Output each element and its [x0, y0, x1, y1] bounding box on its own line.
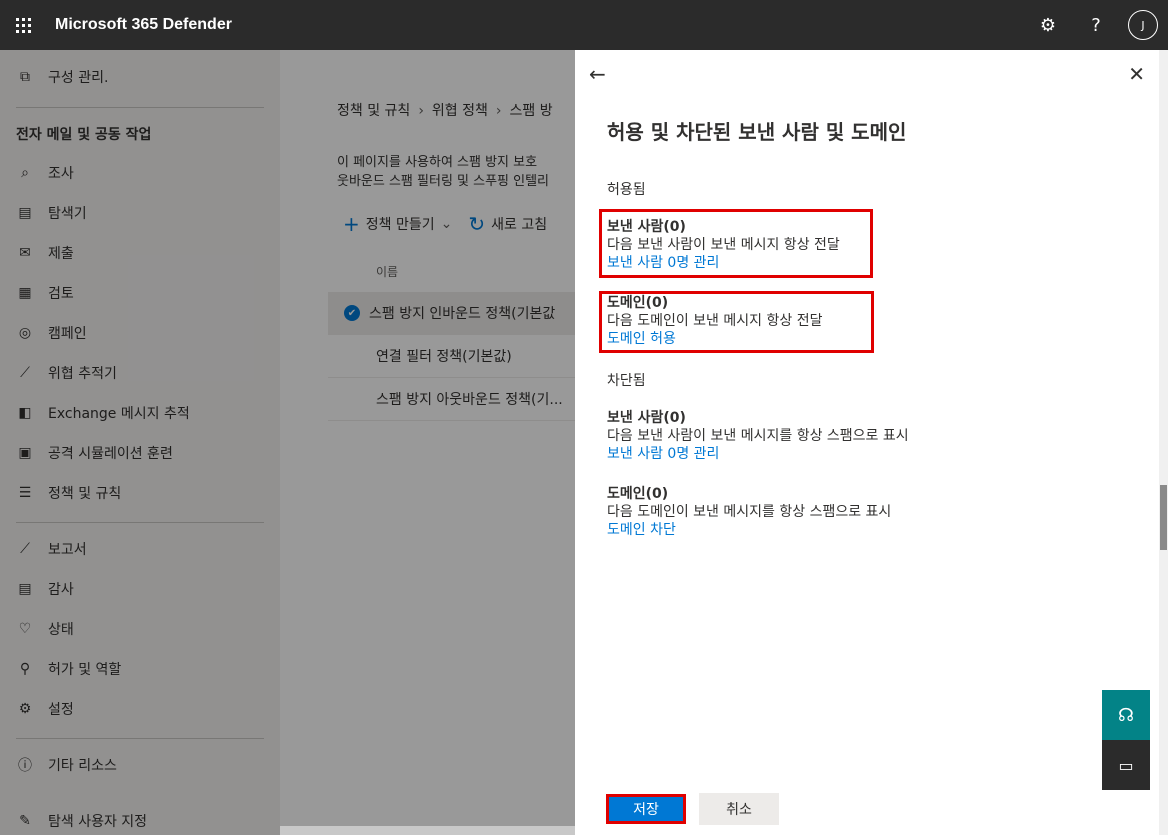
manage-allowed-senders-link[interactable]: 보낸 사람 0명 관리 [607, 254, 840, 272]
entry-heading: 도메인(0) [607, 486, 669, 502]
allow-domains-link[interactable]: 도메인 허용 [607, 330, 822, 348]
waffle-icon [15, 17, 31, 33]
entry-description: 다음 보낸 사람이 보낸 메시지 항상 전달 [607, 237, 840, 253]
app-launcher-button[interactable] [0, 0, 46, 50]
back-arrow-icon[interactable]: ← [589, 62, 606, 86]
allowed-domains-entry: 도메인(0) 다음 도메인이 보낸 메시지 항상 전달 도메인 허용 [607, 294, 822, 348]
feedback-button[interactable]: ▭ [1102, 740, 1150, 790]
flyout-panel: ← ✕ 허용 및 차단된 보낸 사람 및 도메인 허용됨 보낸 사람(0) 다음… [575, 50, 1159, 835]
gear-icon: ⚙ [1039, 14, 1057, 36]
avatar[interactable]: J [1128, 10, 1158, 40]
top-bar: Microsoft 365 Defender ⚙ ? J [0, 0, 1168, 50]
help-icon: ? [1091, 14, 1101, 36]
feedback-icon: ▭ [1118, 755, 1134, 775]
panel-title: 허용 및 차단된 보낸 사람 및 도메인 [607, 120, 907, 144]
horizontal-scrollbar[interactable] [280, 826, 575, 835]
help-support-button[interactable]: ☊ [1102, 690, 1150, 740]
help-button[interactable]: ? [1072, 0, 1120, 50]
manage-blocked-senders-link[interactable]: 보낸 사람 0명 관리 [607, 445, 909, 463]
allowed-section-label: 허용됨 [607, 182, 646, 198]
settings-button[interactable]: ⚙ [1024, 0, 1072, 50]
app-title[interactable]: Microsoft 365 Defender [55, 16, 232, 34]
save-button[interactable]: 저장 [606, 794, 686, 824]
entry-heading: 보낸 사람(0) [607, 410, 686, 426]
entry-description: 다음 도메인이 보낸 메시지를 항상 스팸으로 표시 [607, 504, 892, 520]
entry-heading: 보낸 사람(0) [607, 219, 686, 235]
vertical-scrollbar[interactable] [1159, 50, 1168, 835]
blocked-senders-entry: 보낸 사람(0) 다음 보낸 사람이 보낸 메시지를 항상 스팸으로 표시 보낸… [607, 409, 909, 463]
block-domains-link[interactable]: 도메인 차단 [607, 521, 891, 539]
blocked-domains-entry: 도메인(0) 다음 도메인이 보낸 메시지를 항상 스팸으로 표시 도메인 차단 [607, 485, 891, 539]
cancel-button[interactable]: 취소 [699, 793, 779, 825]
blocked-section-label: 차단됨 [607, 373, 646, 389]
headset-icon: ☊ [1118, 704, 1134, 726]
close-icon[interactable]: ✕ [1128, 62, 1145, 86]
modal-overlay[interactable] [0, 50, 575, 835]
entry-description: 다음 보낸 사람이 보낸 메시지를 항상 스팸으로 표시 [607, 428, 909, 444]
allowed-senders-entry: 보낸 사람(0) 다음 보낸 사람이 보낸 메시지 항상 전달 보낸 사람 0명… [607, 218, 840, 272]
entry-description: 다음 도메인이 보낸 메시지 항상 전달 [607, 313, 823, 329]
scrollbar-thumb[interactable] [1160, 485, 1167, 550]
entry-heading: 도메인(0) [607, 295, 669, 311]
